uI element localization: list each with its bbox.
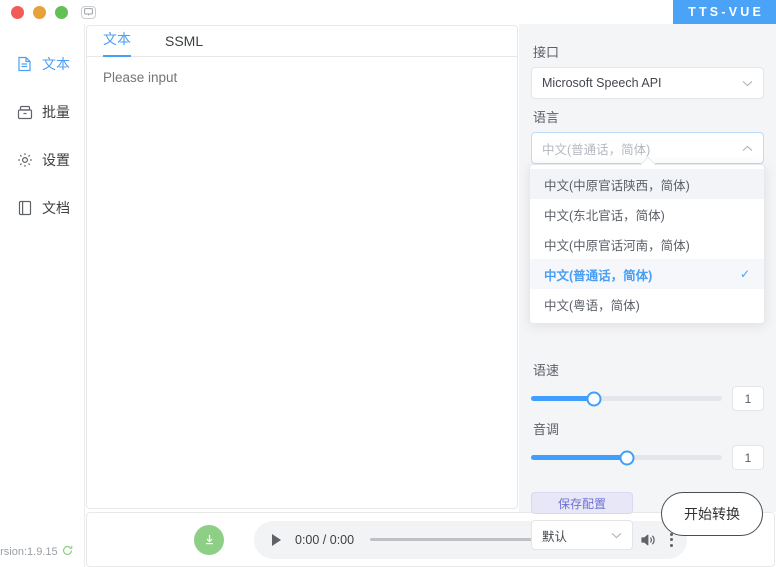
- close-button[interactable]: [11, 5, 24, 19]
- start-convert-button[interactable]: 开始转换: [661, 492, 763, 536]
- app-brand-title: TTS-VUE: [673, 0, 776, 24]
- preset-controls: 保存配置 默认: [531, 492, 633, 550]
- pitch-slider[interactable]: [531, 450, 722, 465]
- title-bar: TTS-VUE: [0, 0, 776, 24]
- language-select-value: 中文(普通话，简体): [542, 142, 651, 157]
- app-window: TTS-VUE 文本 批量 设置 文档 ersion:1.9.15 文本 SSM…: [0, 0, 776, 567]
- speed-slider-row: 1: [531, 386, 764, 411]
- document-icon: [16, 56, 33, 73]
- speed-slider-handle[interactable]: [586, 391, 602, 406]
- sidebar-item-label: 文本: [42, 56, 70, 72]
- chevron-down-icon: [611, 532, 622, 539]
- text-input[interactable]: [87, 57, 517, 507]
- speed-label: 语速: [533, 363, 560, 378]
- dropdown-option[interactable]: 中文(中原官话河南，简体): [530, 229, 764, 259]
- version-text: ersion:1.9.15: [0, 546, 58, 558]
- check-icon: ✓: [739, 267, 750, 281]
- api-select-value: Microsoft Speech API: [542, 76, 662, 90]
- window-controls: [0, 5, 96, 19]
- sidebar-item-label: 文档: [42, 200, 70, 216]
- playback-time: 0:00 / 0:00: [295, 532, 355, 547]
- dropdown-option-label: 中文(中原官话陕西，简体): [544, 178, 690, 193]
- dropdown-option-selected[interactable]: 中文(普通话，简体) ✓: [530, 259, 764, 289]
- api-label: 接口: [533, 45, 560, 60]
- play-icon[interactable]: [272, 533, 281, 546]
- pitch-slider-row: 1: [531, 445, 764, 470]
- sidebar-item-label: 批量: [42, 104, 70, 120]
- language-dropdown: 中文(中原官话陕西，简体) 中文(东北官话，简体) 中文(中原官话河南，简体) …: [529, 164, 765, 324]
- speed-value[interactable]: 1: [732, 386, 764, 411]
- sidebar-item-docs[interactable]: 文档: [0, 184, 84, 232]
- text-editor-panel: 文本 SSML: [86, 25, 518, 509]
- download-icon[interactable]: [194, 524, 224, 555]
- dropdown-option-label: 中文(粤语，简体): [544, 298, 640, 313]
- editor-tabs: 文本 SSML: [87, 26, 517, 57]
- chevron-down-icon: [742, 80, 753, 87]
- maximize-button[interactable]: [55, 5, 68, 19]
- api-select[interactable]: Microsoft Speech API: [531, 67, 764, 99]
- settings-panel: 接口 Microsoft Speech API 语言 中文(普通话，简体) 中文…: [519, 24, 776, 550]
- gear-icon: [16, 152, 33, 169]
- language-label: 语言: [533, 110, 560, 125]
- dropdown-option[interactable]: 中文(东北官话，简体): [530, 199, 764, 229]
- book-icon: [16, 200, 33, 217]
- sidebar-item-text[interactable]: 文本: [0, 40, 84, 88]
- dropdown-option[interactable]: 中文(粤语，简体): [530, 289, 764, 319]
- action-row: 保存配置 默认 开始转换: [531, 492, 764, 550]
- speed-slider-fill: [531, 396, 595, 401]
- refresh-icon[interactable]: [62, 545, 73, 559]
- sidebar: 文本 批量 设置 文档 ersion:1.9.15: [0, 24, 85, 567]
- chevron-up-icon: [742, 145, 753, 152]
- sidebar-item-label: 设置: [42, 152, 70, 168]
- pitch-value[interactable]: 1: [732, 445, 764, 470]
- pitch-label: 音调: [533, 422, 560, 437]
- dropdown-option-label: 中文(普通话，简体): [544, 268, 653, 283]
- batch-icon: [16, 104, 33, 121]
- sidebar-item-settings[interactable]: 设置: [0, 136, 84, 184]
- minimize-button[interactable]: [33, 5, 46, 19]
- tab-text[interactable]: 文本: [103, 29, 147, 57]
- pitch-slider-handle[interactable]: [619, 450, 634, 465]
- screen-share-icon[interactable]: [81, 5, 96, 19]
- pitch-slider-fill: [531, 455, 627, 460]
- preset-select[interactable]: 默认: [531, 520, 633, 550]
- preset-select-value: 默认: [542, 529, 568, 544]
- save-config-button[interactable]: 保存配置: [531, 492, 633, 514]
- tab-ssml[interactable]: SSML: [165, 33, 219, 56]
- dropdown-option[interactable]: 中文(中原官话陕西，简体): [530, 169, 764, 199]
- dropdown-option-label: 中文(东北官话，简体): [544, 208, 665, 223]
- dropdown-option-label: 中文(中原官话河南，简体): [544, 238, 690, 253]
- speed-slider[interactable]: [531, 391, 722, 406]
- sidebar-item-batch[interactable]: 批量: [0, 88, 84, 136]
